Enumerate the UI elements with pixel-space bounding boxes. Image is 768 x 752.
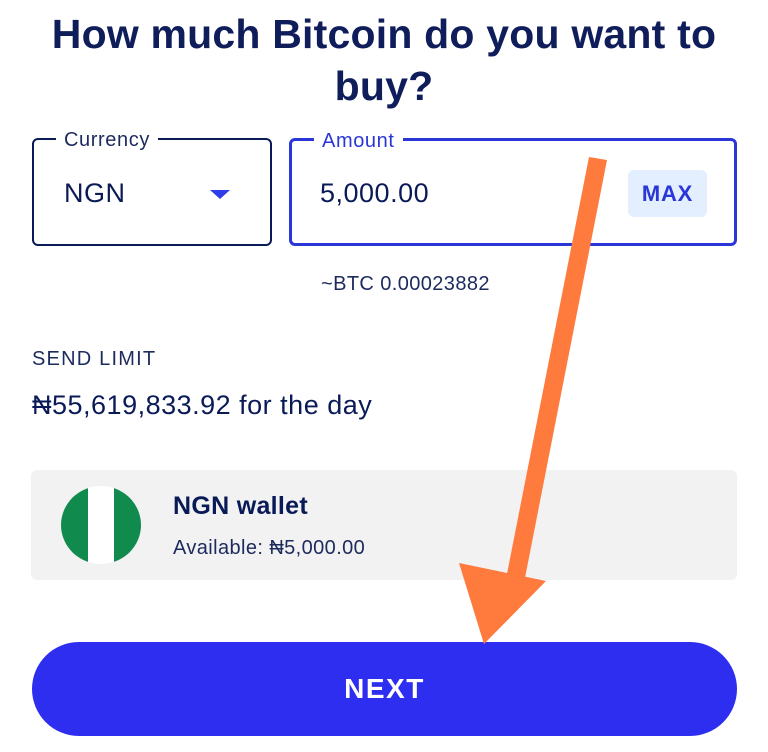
page-title: How much Bitcoin do you want to buy? [51,11,717,109]
next-button[interactable]: NEXT [32,642,737,736]
wallet-available-balance: Available: ₦5,000.00 [173,537,366,559]
wallet-card[interactable]: NGN wallet Available: ₦5,000.00 [31,470,737,580]
currency-label: Currency [56,129,158,151]
amount-field[interactable]: Amount MAX [289,130,737,246]
annotation-arrow-icon [459,157,607,644]
amount-label: Amount [314,130,403,152]
wallet-name: NGN wallet [173,492,308,520]
send-limit-label: SEND LIMIT [32,348,157,370]
nigeria-flag-icon [61,486,141,564]
currency-value[interactable]: NGN [64,178,126,209]
caret-down-icon[interactable] [210,190,230,199]
currency-select[interactable]: Currency NGN [32,129,272,246]
btc-estimate: ~BTC 0.00023882 [321,273,490,295]
amount-input[interactable] [320,175,620,211]
send-limit-value: ₦55,619,833.92 for the day [32,390,373,420]
max-button[interactable]: MAX [628,170,707,217]
